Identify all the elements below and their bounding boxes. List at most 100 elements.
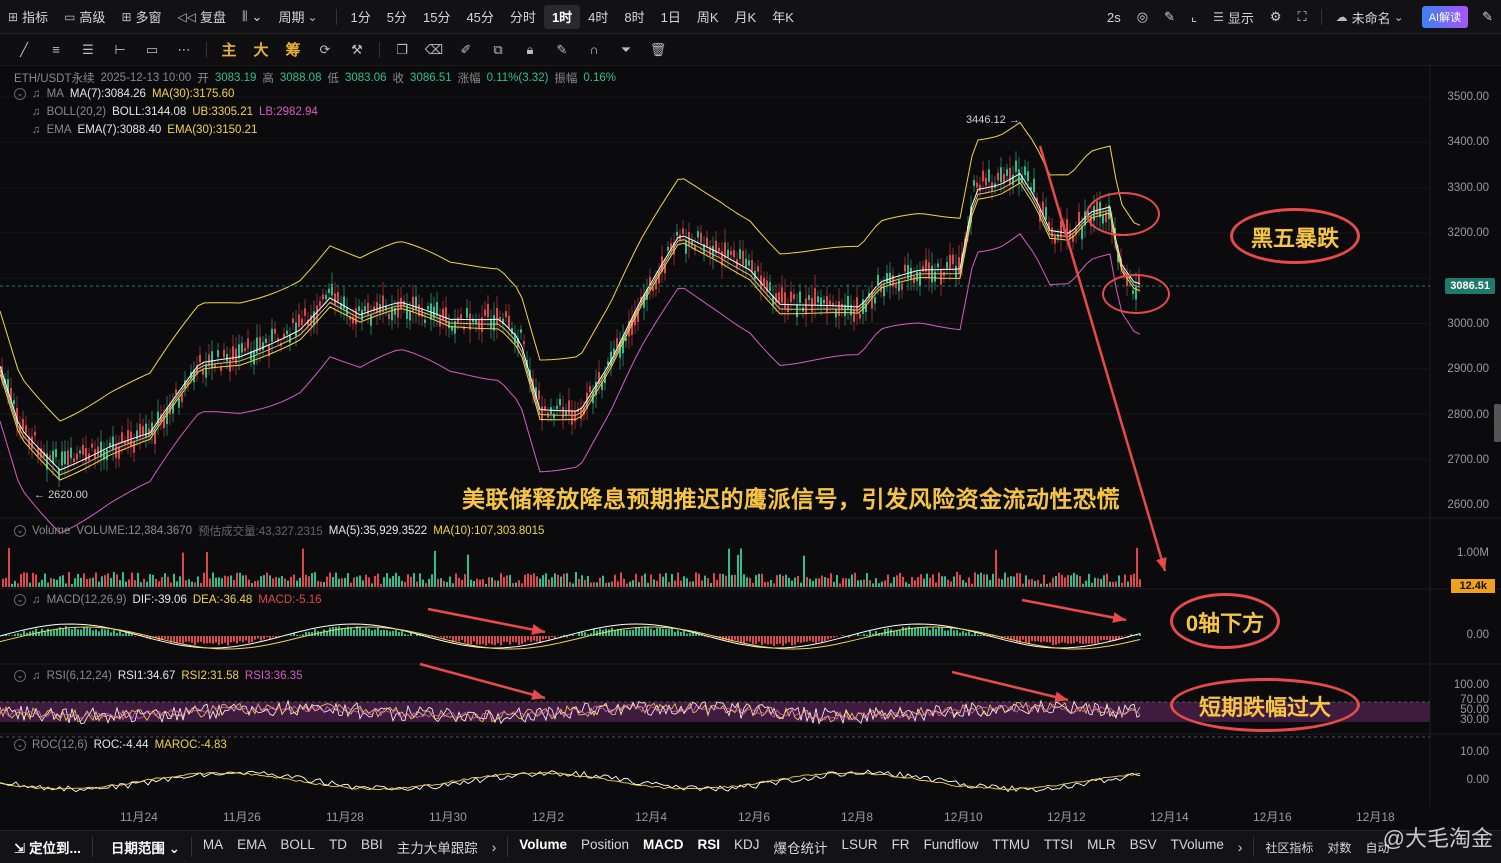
trash-icon[interactable]: 🗑︎ [642, 34, 674, 66]
sub-indicator-item[interactable]: RSI [691, 837, 728, 857]
main-indicator-item[interactable]: MA [196, 837, 230, 857]
volume-bar [131, 572, 133, 587]
period-tab[interactable]: 5分 [379, 0, 415, 34]
period-tab[interactable]: 1日 [653, 0, 689, 34]
period-tab[interactable]: 4时 [580, 0, 616, 34]
sub-indicator-item[interactable]: KDJ [727, 837, 767, 857]
bell-icon[interactable]: ♫ [32, 594, 41, 606]
sub-indicator-item[interactable]: BSV [1123, 837, 1164, 857]
collapse-icon[interactable]: ⌄ [14, 670, 26, 682]
collapse-icon[interactable]: ⌄ [14, 525, 26, 537]
replay-button[interactable]: ◁◁ 复盘 [170, 0, 234, 34]
candle-body [133, 441, 135, 453]
bell-icon[interactable]: ♫ [32, 88, 41, 100]
chart-area[interactable]: ETH/USDT永续 2025-12-13 10:00 开 3083.19 高 30… [0, 66, 1501, 830]
sub-indicator-item[interactable]: Volume [512, 837, 574, 857]
advanced-button[interactable]: ▭ 高级 [56, 0, 113, 34]
multiwindow-button[interactable]: ⊞ 多窗 [113, 0, 169, 34]
filter-icon[interactable]: ⏷ [610, 34, 642, 66]
candle-body [742, 250, 744, 266]
main-indicator-item[interactable]: EMA [230, 837, 273, 857]
parallel-channel-icon[interactable]: ☰ [72, 34, 104, 66]
sub-indicator-item[interactable]: TVolume [1164, 837, 1231, 857]
main-indicator-item[interactable]: BBI [354, 837, 390, 857]
rectangle-icon[interactable]: ▭ [136, 34, 168, 66]
sub-indicator-item[interactable]: MLR [1080, 837, 1123, 857]
date-range-dropdown[interactable]: 日期范围 ⌄ [97, 837, 187, 857]
chevron-right-icon[interactable]: › [485, 840, 504, 855]
period-tab[interactable]: 月K [727, 0, 765, 34]
period-tab[interactable]: 45分 [458, 0, 501, 34]
period-tab[interactable]: 1分 [343, 0, 379, 34]
volume-bar [506, 575, 508, 587]
period-tab[interactable]: 1时 [543, 4, 581, 29]
ai-interpret-button[interactable]: AI解读 [1421, 6, 1469, 28]
locate-button[interactable]: ⇲ 定位到... [0, 837, 88, 857]
ray-icon[interactable]: ⊢ [104, 34, 136, 66]
ma-legend: ⌄ ♫ MA MA(7):3084.26 MA(30):3175.60 [14, 88, 234, 100]
bell-icon[interactable]: ♫ [32, 106, 41, 118]
camera-icon[interactable]: ◎ [1129, 0, 1156, 34]
indicator-button[interactable]: ⊞ 指标 [0, 0, 56, 34]
candle-body [106, 449, 108, 460]
main-indicator-item[interactable]: TD [322, 837, 354, 857]
sync-icon[interactable]: ⟳ [309, 34, 341, 66]
sub-indicator-item[interactable]: 爆仓统计 [767, 837, 835, 857]
open-value: 3083.19 [214, 72, 257, 84]
ohlc-legend: ETH/USDT永续 2025-12-13 10:00 开 3083.19 高 30… [14, 70, 616, 86]
pen-icon[interactable]: ✎ [1156, 0, 1183, 34]
edit-icon[interactable]: ✎ [1474, 0, 1501, 34]
brush-icon[interactable]: ✐ [450, 34, 482, 66]
sub-indicator-item[interactable]: LSUR [835, 837, 885, 857]
settings-gear-icon[interactable]: ⚙ [1262, 0, 1290, 34]
sub-indicator-item[interactable]: MACD [636, 837, 691, 857]
log-scale-toggle[interactable]: 对数 [1320, 839, 1358, 856]
big-order-toggle[interactable]: 大 [245, 34, 277, 66]
period-tab[interactable]: 年K [764, 0, 802, 34]
period-tab[interactable]: 15分 [415, 0, 458, 34]
refresh-interval[interactable]: 2s [1099, 0, 1129, 34]
sub-indicator-item[interactable]: Fundflow [917, 837, 986, 857]
volume-bar [545, 573, 547, 587]
collapse-icon[interactable]: ⌄ [14, 88, 26, 100]
volume-bar [1097, 578, 1099, 587]
eraser-icon[interactable]: ⌫ [418, 34, 450, 66]
tools-icon[interactable]: ⚒ [341, 34, 373, 66]
collapse-icon[interactable]: ⌄ [14, 739, 26, 751]
macd-bar [332, 626, 334, 636]
candle-type-button[interactable]: ⫼ ⌄ [234, 0, 270, 34]
chip-toggle[interactable]: 筹 [277, 34, 309, 66]
copy-icon[interactable]: ❐ [386, 34, 418, 66]
cloud-layout-dropdown[interactable]: ☁ 未命名 ⌄ [1328, 0, 1416, 34]
expand-icon[interactable]: ⌞ [1183, 0, 1205, 34]
lock-icon[interactable]: 🔒︎ [514, 34, 546, 66]
community-indicators[interactable]: 社区指标 [1258, 839, 1320, 856]
sub-indicator-item[interactable]: Position [574, 837, 636, 857]
horizontal-line-icon[interactable]: ≡ [40, 34, 72, 66]
more-icon[interactable]: ⋯ [168, 34, 200, 66]
main-indicator-item[interactable]: BOLL [273, 837, 322, 857]
collapse-icon[interactable]: ⌄ [14, 594, 26, 606]
sub-indicator-item[interactable]: TTMU [985, 837, 1037, 857]
side-scroll-handle[interactable] [1494, 404, 1501, 442]
sub-indicator-item[interactable]: FR [885, 837, 917, 857]
period-dropdown[interactable]: 周期 ⌄ [270, 0, 329, 34]
bell-icon[interactable]: ♫ [32, 124, 41, 136]
measure-icon[interactable]: ⧉ [482, 34, 514, 66]
main-indicator-item[interactable]: 主力大单跟踪 [390, 837, 485, 857]
period-tab[interactable]: 周K [689, 0, 727, 34]
bell-icon[interactable]: ♫ [32, 670, 41, 682]
display-button[interactable]: ☰ 显示 [1205, 0, 1262, 34]
note-icon[interactable]: ✎ [546, 34, 578, 66]
period-tab[interactable]: 分时 [502, 0, 544, 34]
magnet-icon[interactable]: ∩ [578, 34, 610, 66]
macd-bar [173, 636, 175, 642]
main-chart-toggle[interactable]: 主 [213, 34, 245, 66]
fullscreen-icon[interactable]: ⛶ [1290, 0, 1315, 34]
chevron-right-icon[interactable]: › [1231, 840, 1250, 855]
volume-bar [944, 576, 946, 587]
period-tab[interactable]: 8时 [616, 0, 652, 34]
sub-indicator-item[interactable]: TTSI [1037, 837, 1080, 857]
volume-bar [287, 580, 289, 587]
trend-line-icon[interactable]: ╱ [8, 34, 40, 66]
